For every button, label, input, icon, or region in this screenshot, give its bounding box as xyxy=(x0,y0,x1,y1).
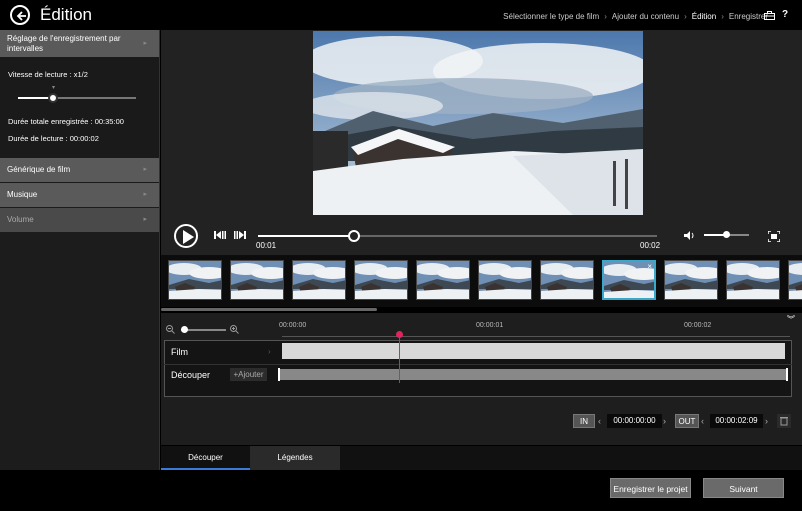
thumbnail-7[interactable]: × xyxy=(602,260,656,300)
thumbnail-0[interactable] xyxy=(168,260,222,300)
breadcrumb-item-edition: Édition xyxy=(691,12,717,21)
thumbnail-8[interactable] xyxy=(664,260,718,300)
back-button[interactable] xyxy=(10,5,30,25)
fullscreen-icon[interactable] xyxy=(767,230,781,244)
speed-label: Vitesse de lecture : x1/2 xyxy=(8,70,88,79)
next-button[interactable]: Suivant xyxy=(703,478,784,498)
thumbnail-10[interactable] xyxy=(788,260,802,300)
breadcrumb-item-type[interactable]: Sélectionner le type de film xyxy=(503,12,599,21)
chevron-right-icon: ▸ xyxy=(143,216,147,223)
chevron-right-icon: › xyxy=(684,12,687,21)
volume-slider[interactable] xyxy=(704,231,749,238)
chevron-right-icon: ▸ xyxy=(143,191,147,198)
zoom-in-icon[interactable] xyxy=(230,325,239,336)
save-project-button[interactable]: Enregistrer le projet xyxy=(610,478,691,498)
marker-icon: ▾ xyxy=(52,85,56,91)
step-forward-icon[interactable] xyxy=(234,231,246,241)
out-button[interactable]: OUT xyxy=(675,414,699,428)
timeline-ruler xyxy=(282,331,790,337)
film-clip[interactable] xyxy=(282,343,785,359)
in-button[interactable]: IN xyxy=(573,414,595,428)
ruler-label-1: 00:00:01 xyxy=(476,322,504,329)
track-divider xyxy=(164,364,792,365)
zoom-slider-handle[interactable] xyxy=(181,326,188,333)
play-button[interactable] xyxy=(174,224,198,248)
section-musique[interactable]: Musique ▸ xyxy=(0,183,159,207)
out-time: 00:00:02:09 xyxy=(710,414,763,428)
breadcrumb: Sélectionner le type de film › Ajouter d… xyxy=(503,12,768,21)
play-icon xyxy=(183,230,194,244)
playhead[interactable] xyxy=(399,333,400,383)
thumbnail-6[interactable] xyxy=(540,260,594,300)
tab-decouper[interactable]: Découper xyxy=(161,446,250,470)
interval-section-header[interactable]: Réglage de l'enregistrement par interval… xyxy=(0,30,159,57)
settings-panel: Réglage de l'enregistrement par interval… xyxy=(0,30,160,470)
ruler-label-0: 00:00:00 xyxy=(279,322,307,329)
volume-icon[interactable] xyxy=(684,231,695,242)
track-label-decouper: Découper xyxy=(171,370,211,380)
landscape-image xyxy=(313,31,643,215)
video-progress-handle[interactable] xyxy=(347,230,360,242)
section-generique[interactable]: Générique de film ▸ xyxy=(0,158,159,182)
chevron-right-icon: ▸ xyxy=(143,166,147,173)
breadcrumb-item-save[interactable]: Enregistrer xyxy=(729,12,768,21)
section-generique-label: Générique de film xyxy=(7,165,71,174)
total-duration-label: Durée totale enregistrée : 00:35:00 xyxy=(8,117,124,126)
interval-section-title: Réglage de l'enregistrement par interval… xyxy=(7,34,121,53)
thumbnail-4[interactable] xyxy=(416,260,470,300)
video-progress-fill xyxy=(258,235,354,237)
toolbox-icon[interactable] xyxy=(764,11,775,20)
arrow-left-icon xyxy=(16,11,26,21)
close-icon[interactable]: × xyxy=(647,262,652,271)
volume-slider-handle[interactable] xyxy=(723,231,730,238)
chevron-left-icon[interactable]: ‹ xyxy=(598,414,601,428)
thumbnail-strip: × xyxy=(161,255,802,307)
section-volume-label: Volume xyxy=(7,215,34,224)
thumbnail-2[interactable] xyxy=(292,260,346,300)
play-duration-label: Durée de lecture : 00:00:02 xyxy=(8,134,99,143)
add-cut-button[interactable]: +Ajouter xyxy=(230,368,267,381)
zoom-out-icon[interactable] xyxy=(166,325,175,336)
cut-end-handle[interactable] xyxy=(786,368,788,381)
playhead-handle[interactable] xyxy=(396,331,403,338)
chevron-right-icon[interactable]: › xyxy=(765,414,768,428)
chevron-right-icon: ▸ xyxy=(143,39,147,47)
collapse-icon[interactable]: ︾ xyxy=(787,314,795,325)
header: Édition Sélectionner le type de film › A… xyxy=(0,0,802,30)
video-preview xyxy=(313,31,643,215)
track-label-film: Film xyxy=(171,347,188,357)
in-time: 00:00:00:00 xyxy=(607,414,662,428)
chevron-right-icon: › xyxy=(268,347,271,356)
ruler-label-2: 00:00:02 xyxy=(684,322,712,329)
breadcrumb-item-content[interactable]: Ajouter du contenu xyxy=(612,12,679,21)
chevron-right-icon: › xyxy=(604,12,607,21)
thumbnail-9[interactable] xyxy=(726,260,780,300)
thumbnail-5[interactable] xyxy=(478,260,532,300)
trash-icon[interactable] xyxy=(777,414,791,428)
chevron-left-icon[interactable]: ‹ xyxy=(701,414,704,428)
page-title: Édition xyxy=(40,5,92,24)
tab-legendes[interactable]: Légendes xyxy=(250,446,340,470)
thumbnail-3[interactable] xyxy=(354,260,408,300)
zoom-slider[interactable] xyxy=(181,326,226,333)
speed-slider[interactable] xyxy=(18,93,136,103)
end-time: 00:02 xyxy=(640,241,661,250)
help-icon[interactable]: ? xyxy=(782,9,788,20)
chevron-right-icon: › xyxy=(721,12,724,21)
video-progress-bar[interactable] xyxy=(258,230,657,242)
cut-start-handle[interactable] xyxy=(278,368,280,381)
section-volume: Volume ▸ xyxy=(0,208,159,232)
thumbnail-scrollbar[interactable] xyxy=(161,308,377,311)
step-back-icon[interactable] xyxy=(214,231,226,241)
current-time: 00:01 xyxy=(256,241,277,250)
section-musique-label: Musique xyxy=(7,190,38,199)
chevron-right-icon[interactable]: › xyxy=(663,414,666,428)
thumbnail-1[interactable] xyxy=(230,260,284,300)
speed-slider-handle[interactable] xyxy=(48,93,59,103)
cut-clip[interactable] xyxy=(280,369,787,380)
